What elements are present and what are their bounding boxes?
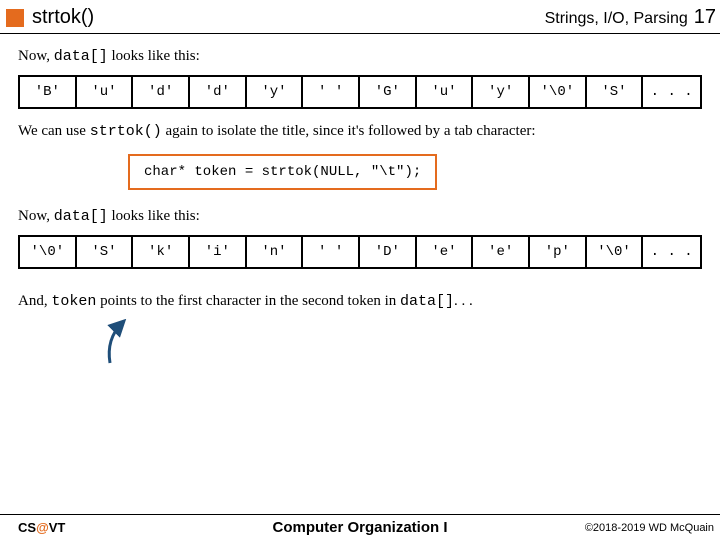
- text: points to the first character in the sec…: [96, 293, 400, 309]
- array-cell: 'p': [530, 237, 587, 267]
- slide-number: 17: [694, 6, 716, 29]
- text-line-1: Now, data[] looks like this:: [18, 48, 702, 65]
- array-cell: 'S': [77, 237, 134, 267]
- array-cell: 'd': [190, 77, 247, 107]
- text: again to isolate the title, since it's f…: [162, 123, 536, 139]
- text: CS: [18, 520, 36, 535]
- text-line-3: Now, data[] looks like this:: [18, 208, 702, 225]
- text: We can use: [18, 123, 90, 139]
- array-cell: 'G': [360, 77, 417, 107]
- slide-title: strtok(): [32, 6, 94, 29]
- array-cell: 'S': [587, 77, 644, 107]
- array-cell: 'u': [77, 77, 134, 107]
- header-right: Strings, I/O, Parsing 17: [545, 6, 716, 29]
- array-cell: 'D': [360, 237, 417, 267]
- text: @: [36, 520, 49, 535]
- array-cell: . . .: [643, 77, 700, 107]
- text-line-2: We can use strtok() again to isolate the…: [18, 123, 702, 140]
- text: Now,: [18, 208, 54, 224]
- code-box: char* token = strtok(NULL, "\t");: [128, 154, 437, 190]
- text: . . .: [454, 293, 473, 309]
- text-line-4: And, token points to the first character…: [18, 293, 702, 310]
- code-inline: strtok(): [90, 123, 162, 140]
- array-cell: . . .: [643, 237, 700, 267]
- array-cell: '\0': [20, 237, 77, 267]
- text: And,: [18, 293, 51, 309]
- pointer-arrow-icon: [102, 319, 142, 365]
- text: looks like this:: [108, 48, 200, 64]
- text: looks like this:: [108, 208, 200, 224]
- array-cell: 'k': [133, 237, 190, 267]
- code-inline: token: [51, 293, 96, 310]
- array-cell: '\0': [530, 77, 587, 107]
- code-inline: data[]: [400, 293, 454, 310]
- footer-logo: CS@VT: [18, 520, 65, 535]
- section-name: Strings, I/O, Parsing: [545, 10, 688, 28]
- text: VT: [49, 520, 66, 535]
- bullet-icon: [6, 9, 24, 27]
- slide-content: Now, data[] looks like this: 'B' 'u' 'd'…: [0, 34, 720, 310]
- code-inline: data[]: [54, 48, 108, 65]
- array-cell: 'i': [190, 237, 247, 267]
- code-inline: data[]: [54, 208, 108, 225]
- array-cell: ' ': [303, 77, 360, 107]
- footer-title: Computer Organization I: [272, 519, 447, 536]
- array-cell: 'B': [20, 77, 77, 107]
- array-diagram-1: 'B' 'u' 'd' 'd' 'y' ' ' 'G' 'u' 'y' '\0'…: [18, 75, 702, 109]
- array-cell: '\0': [587, 237, 644, 267]
- array-cell: 'd': [133, 77, 190, 107]
- array-diagram-2: '\0' 'S' 'k' 'i' 'n' ' ' 'D' 'e' 'e' 'p'…: [18, 235, 702, 269]
- array-cell: 'y': [473, 77, 530, 107]
- slide-header: strtok() Strings, I/O, Parsing 17: [0, 0, 720, 34]
- array-cell: 'n': [247, 237, 304, 267]
- text: Now,: [18, 48, 54, 64]
- header-left: strtok(): [6, 6, 94, 29]
- array-cell: 'e': [473, 237, 530, 267]
- array-cell: ' ': [303, 237, 360, 267]
- array-cell: 'e': [417, 237, 474, 267]
- slide-footer: CS@VT Computer Organization I ©2018-2019…: [0, 514, 720, 540]
- array-cell: 'u': [417, 77, 474, 107]
- footer-copyright: ©2018-2019 WD McQuain: [585, 522, 714, 534]
- array-cell: 'y': [247, 77, 304, 107]
